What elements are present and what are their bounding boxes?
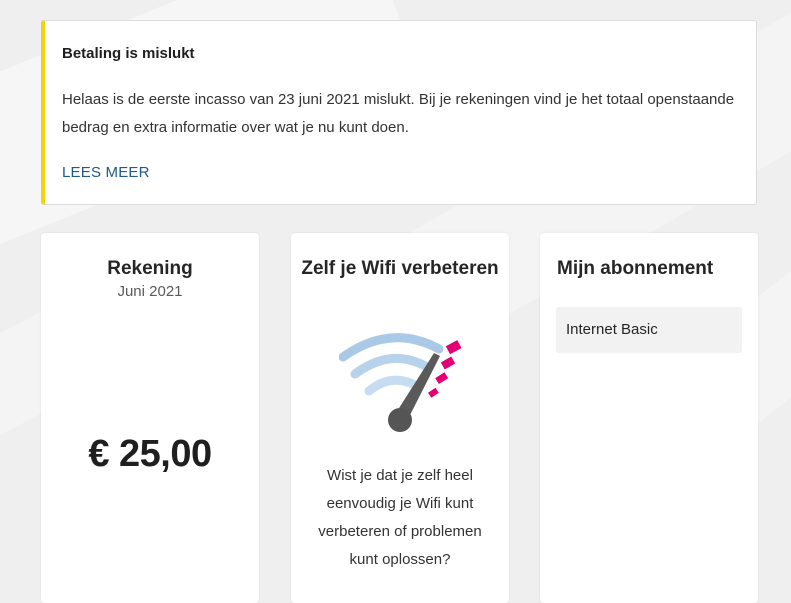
wifi-card[interactable]: Zelf je Wifi verbeteren Wist je dat je z… [291,233,509,603]
read-more-link[interactable]: LEES MEER [62,164,150,181]
alert-message: Helaas is de eerste incasso van 23 juni … [62,91,735,136]
subscription-plan-item[interactable]: Internet Basic [556,307,742,353]
wifi-card-description: Wist je dat je zelf heel eenvoudig je Wi… [318,467,482,568]
invoice-card-title: Rekening [107,258,193,279]
wifi-speedometer-icon [339,333,462,432]
subscription-card: Mijn abonnement Internet Basic [540,233,758,603]
wifi-card-title: Zelf je Wifi verbeteren [301,258,499,279]
invoice-card[interactable]: Rekening Juni 2021 € 25,00 [41,233,259,603]
subscription-card-title: Mijn abonnement [557,258,714,279]
alert-title: Betaling is mislukt [62,45,195,62]
invoice-amount: € 25,00 [88,433,212,475]
invoice-period: Juni 2021 [117,283,183,300]
payment-failed-alert: Betaling is mislukt Helaas is de eerste … [41,20,757,205]
